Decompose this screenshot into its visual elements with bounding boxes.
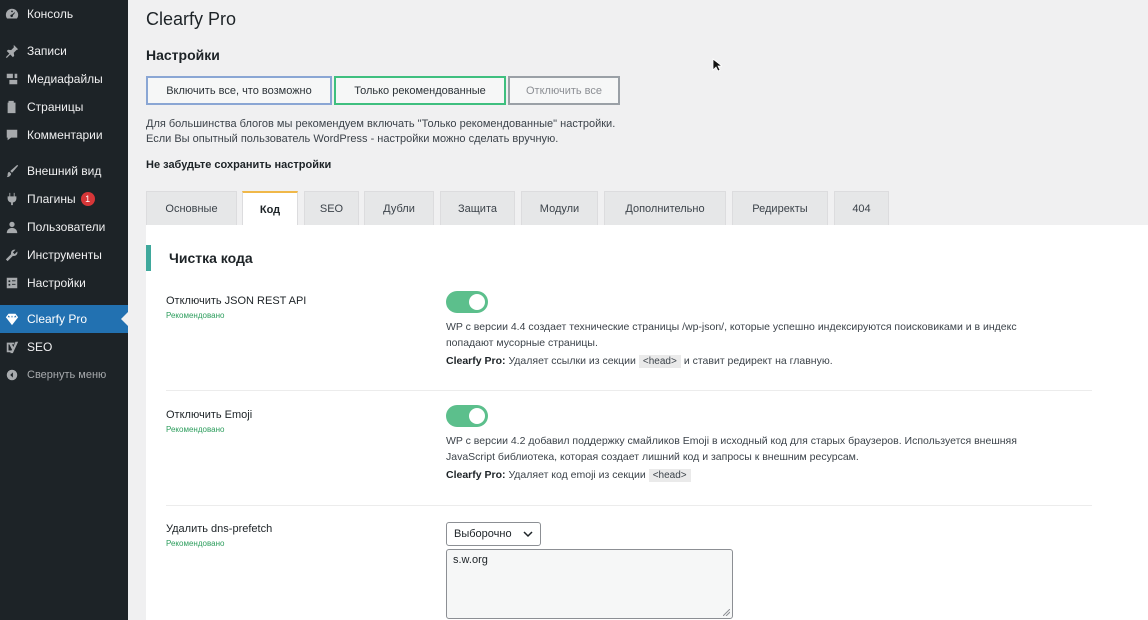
hint-line-2: Если Вы опытный пользователь WordPress -… — [146, 133, 559, 145]
desc-line: WP с версии 4.4 создает технические стра… — [446, 321, 1017, 333]
enable-all-button[interactable]: Включить все, что возможно — [146, 76, 332, 105]
option-description: WP с версии 4.4 создает технические стра… — [446, 319, 1106, 351]
note-text: Удаляет код emoji из секции — [508, 469, 646, 481]
menu-item-plugins[interactable]: Плагины 1 — [0, 185, 128, 213]
menu-item-seo[interactable]: SEO — [0, 333, 128, 361]
menu-label: Комментарии — [27, 128, 103, 142]
divider — [166, 505, 1092, 506]
menu-label: SEO — [27, 340, 53, 354]
tab-duplicates[interactable]: Дубли — [364, 191, 434, 225]
comment-icon — [4, 127, 20, 143]
hint-line-1: Для большинства блогов мы рекомендуем вк… — [146, 118, 616, 130]
collapse-icon — [4, 367, 20, 383]
plugin-icon — [4, 191, 20, 207]
tab-redirects[interactable]: Редиректы — [732, 191, 828, 225]
option-label: Отключить Emoji — [166, 409, 253, 421]
tab-basic[interactable]: Основные — [146, 191, 237, 225]
update-count-badge: 1 — [80, 192, 95, 206]
desc-line: WP с версии 4.2 добавил поддержку смайли… — [446, 435, 1017, 447]
menu-label: Внешний вид — [27, 164, 102, 178]
option-label: Отключить JSON REST API — [166, 295, 307, 307]
collapse-menu-button[interactable]: Свернуть меню — [0, 361, 128, 389]
divider — [166, 390, 1092, 391]
option-note: Clearfy Pro: Удаляет код emoji из секции… — [446, 469, 694, 482]
emoji-toggle[interactable] — [446, 405, 488, 427]
page-title: Clearfy Pro — [146, 9, 237, 29]
menu-item-users[interactable]: Пользователи — [0, 213, 128, 241]
option-label: Удалить dns-prefetch — [166, 523, 273, 535]
dns-prefetch-textarea[interactable]: s.w.org — [446, 549, 733, 619]
recommended-tag: Рекомендовано — [166, 539, 225, 548]
wrench-icon — [4, 247, 20, 263]
menu-label: Консоль — [27, 7, 74, 21]
select-value: Выборочно — [454, 528, 512, 540]
admin-sidebar: Консоль Записи Медиафайлы Страницы Комме… — [0, 0, 128, 620]
page-icon — [4, 99, 20, 115]
toggle-knob — [469, 408, 485, 424]
menu-label: Настройки — [27, 276, 86, 290]
collapse-label: Свернуть меню — [27, 369, 107, 381]
note-suffix: и ставит редирект на главную. — [683, 355, 833, 367]
panel-heading: Чистка кода — [146, 245, 253, 271]
menu-item-appearance[interactable]: Внешний вид — [0, 157, 128, 185]
settings-panel: Чистка кода Отключить JSON REST API Реко… — [146, 225, 1148, 620]
option-note: Clearfy Pro: Удаляет ссылки из секции <he… — [446, 355, 833, 368]
menu-label: Инструменты — [27, 248, 102, 262]
option-description: WP с версии 4.2 добавил поддержку смайли… — [446, 433, 1106, 465]
recommended-tag: Рекомендовано — [166, 311, 225, 320]
tab-advanced[interactable]: Дополнительно — [604, 191, 726, 225]
menu-item-pages[interactable]: Страницы — [0, 93, 128, 121]
settings-icon — [4, 275, 20, 291]
menu-item-media[interactable]: Медиафайлы — [0, 65, 128, 93]
note-prefix: Clearfy Pro: — [446, 469, 506, 481]
menu-label: Плагины — [27, 192, 76, 206]
chevron-down-icon — [523, 531, 533, 538]
menu-item-settings[interactable]: Настройки — [0, 269, 128, 297]
section-title: Настройки — [146, 47, 220, 63]
toggle-knob — [469, 294, 485, 310]
tab-modules[interactable]: Модули — [521, 191, 598, 225]
tab-code[interactable]: Код — [242, 191, 298, 226]
pin-icon — [4, 43, 20, 59]
dashboard-icon — [4, 6, 20, 22]
menu-label: Записи — [27, 44, 67, 58]
json-rest-api-toggle[interactable] — [446, 291, 488, 313]
code-tag: <head> — [638, 355, 681, 368]
disable-all-button[interactable]: Отключить все — [508, 76, 620, 105]
mouse-cursor-icon — [712, 58, 722, 72]
dns-prefetch-select[interactable]: Выборочно — [446, 522, 541, 546]
desc-line: JavaScript библиотека, которая создает л… — [446, 451, 859, 463]
menu-label: Страницы — [27, 100, 84, 114]
note-prefix: Clearfy Pro: — [446, 355, 506, 367]
textarea-value: s.w.org — [453, 554, 488, 566]
menu-label: Clearfy Pro — [27, 312, 88, 326]
menu-item-tools[interactable]: Инструменты — [0, 241, 128, 269]
preset-hint: Для большинства блогов мы рекомендуем вк… — [146, 117, 615, 147]
code-tag: <head> — [648, 469, 691, 482]
resize-handle-icon[interactable] — [723, 609, 730, 616]
brush-icon — [4, 163, 20, 179]
tab-security[interactable]: Защита — [440, 191, 515, 225]
yoast-icon — [4, 339, 20, 355]
diamond-icon — [4, 311, 20, 327]
menu-label: Пользователи — [27, 220, 106, 234]
recommended-only-button[interactable]: Только рекомендованные — [334, 76, 506, 105]
media-icon — [4, 71, 20, 87]
menu-item-comments[interactable]: Комментарии — [0, 121, 128, 149]
user-icon — [4, 219, 20, 235]
recommended-tag: Рекомендовано — [166, 425, 225, 434]
menu-item-posts[interactable]: Записи — [0, 37, 128, 65]
desc-line: попадают мусорные страницы. — [446, 337, 598, 349]
tab-404[interactable]: 404 — [834, 191, 889, 225]
tab-seo[interactable]: SEO — [304, 191, 359, 225]
save-reminder: Не забудьте сохранить настройки — [146, 159, 332, 171]
menu-item-clearfy-pro[interactable]: Clearfy Pro — [0, 305, 128, 333]
menu-item-dashboard[interactable]: Консоль — [0, 0, 128, 28]
note-text: Удаляет ссылки из секции — [508, 355, 636, 367]
menu-label: Медиафайлы — [27, 72, 103, 86]
